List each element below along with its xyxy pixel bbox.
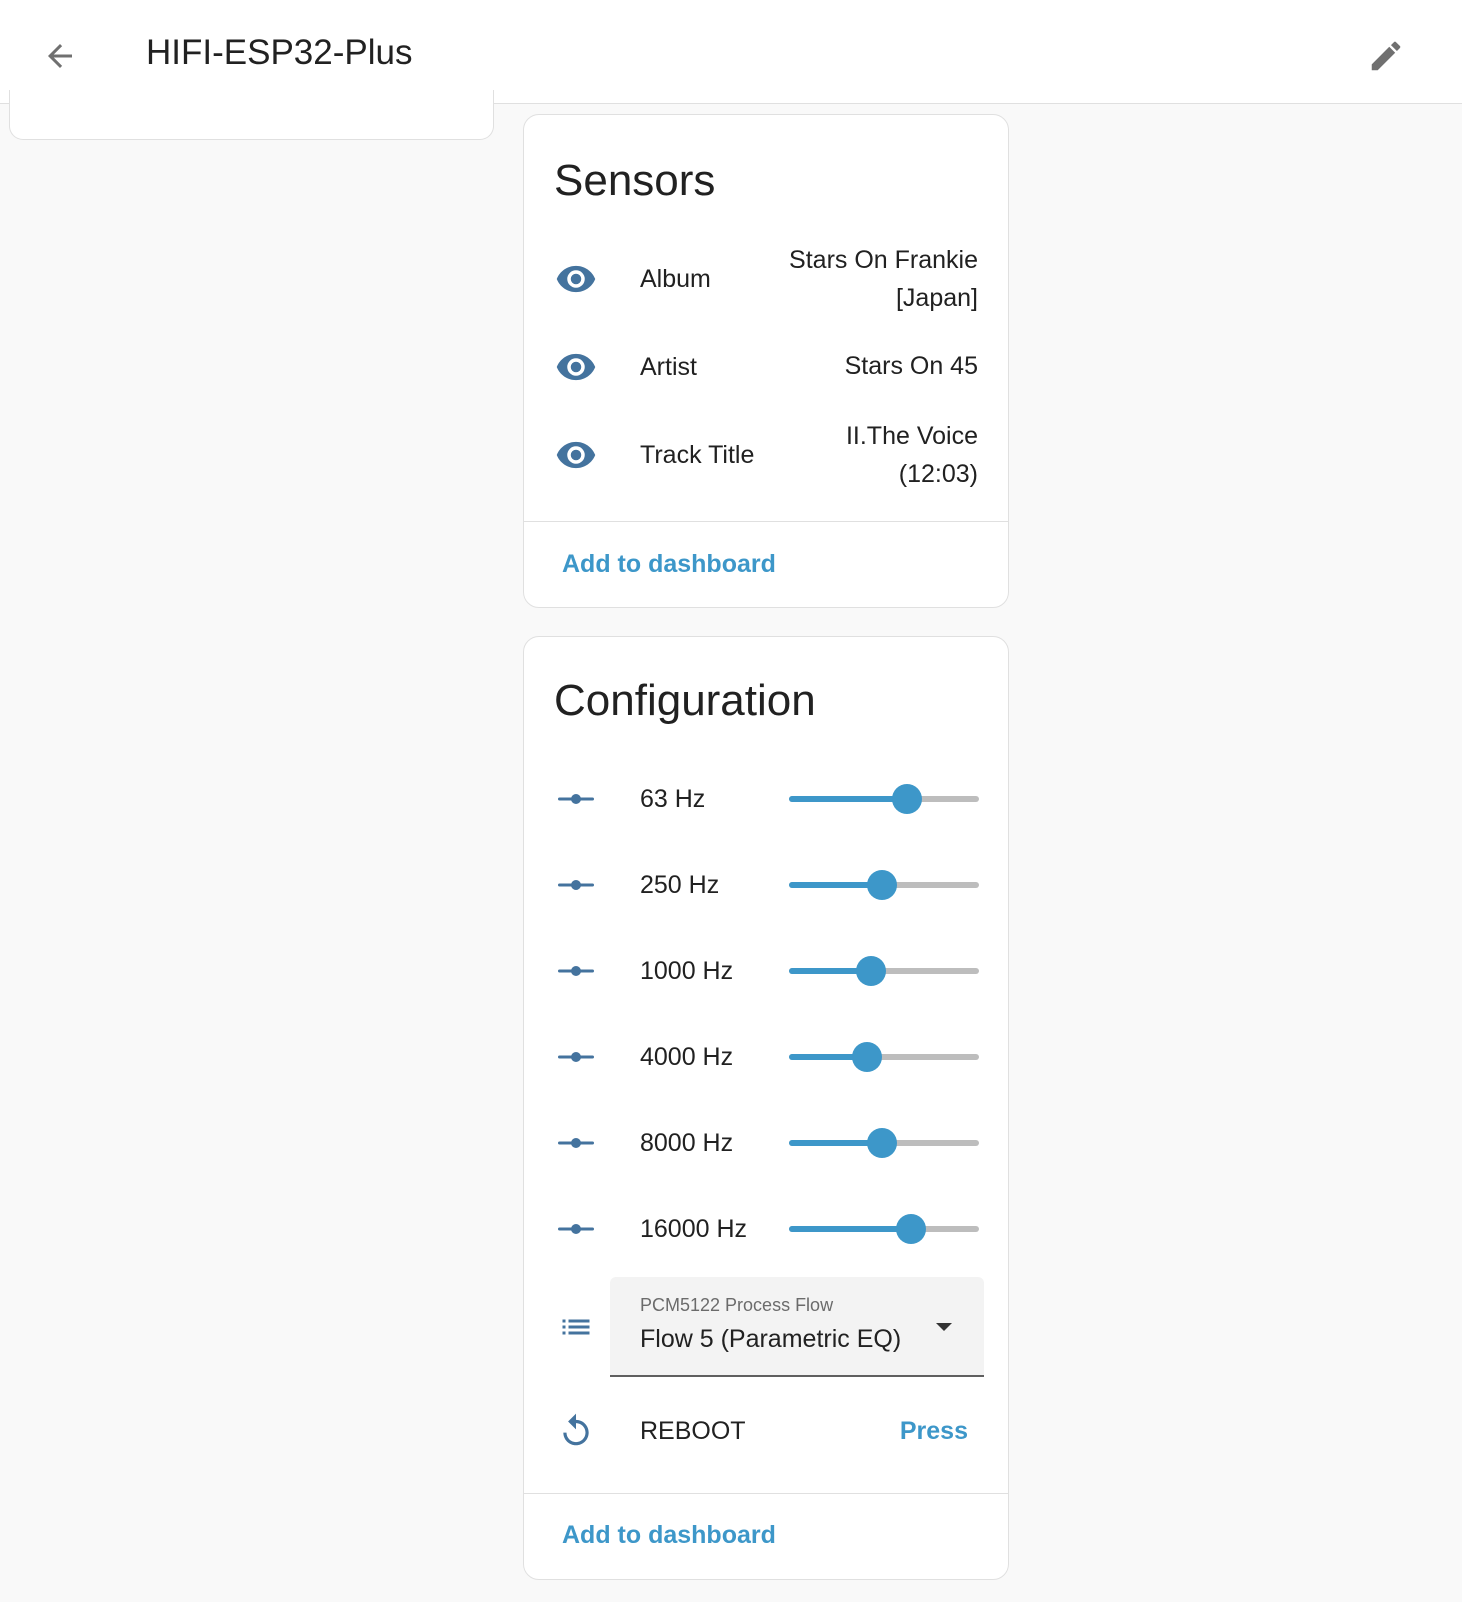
configuration-title: Configuration (554, 676, 816, 725)
reboot-press-button[interactable]: Press (900, 1415, 968, 1447)
sensors-title: Sensors (554, 156, 716, 205)
tune-slider-icon (552, 947, 600, 995)
list-icon (552, 1303, 600, 1351)
restart-icon (552, 1407, 600, 1455)
edit-button[interactable] (1358, 28, 1414, 84)
config-row-63hz: 63 Hz (524, 771, 1008, 827)
slider-label: 1000 Hz (640, 957, 734, 985)
sensor-value: Stars On Frankie [Japan] (748, 241, 978, 317)
slider-thumb[interactable] (867, 1128, 898, 1158)
back-button[interactable] (32, 28, 88, 84)
configuration-card: Configuration 63 Hz 250 Hz 1000 Hz 4000 … (523, 636, 1009, 1580)
chevron-down-icon (936, 1323, 952, 1331)
page-title: HIFI-ESP32-Plus (146, 33, 413, 72)
slider-thumb[interactable] (891, 784, 922, 814)
slider-thumb[interactable] (867, 870, 898, 900)
eq-slider-4000hz[interactable] (789, 1037, 979, 1077)
eye-icon (552, 431, 600, 479)
sensors-add-to-dashboard-button[interactable]: Add to dashboard (562, 548, 776, 580)
slider-label: 8000 Hz (640, 1129, 734, 1157)
tune-slider-icon (552, 775, 600, 823)
tune-slider-icon (552, 861, 600, 909)
sensor-label: Album (640, 265, 711, 293)
card-divider (524, 1493, 1008, 1494)
tune-slider-icon (552, 1119, 600, 1167)
slider-thumb[interactable] (851, 1042, 882, 1072)
slider-label: 250 Hz (640, 871, 720, 899)
eye-icon (552, 255, 600, 303)
process-flow-select[interactable]: PCM5122 Process Flow Flow 5 (Parametric … (610, 1277, 984, 1377)
sensor-label: Track Title (640, 441, 755, 469)
slider-label: 16000 Hz (640, 1215, 748, 1243)
eq-slider-16000hz[interactable] (789, 1209, 979, 1249)
sensor-value-line2: [Japan] (895, 284, 978, 312)
arrow-left-icon (48, 44, 72, 68)
sensor-row-track-title[interactable]: Track Title II.The Voice (12:03) (524, 415, 1008, 495)
config-row-1000hz: 1000 Hz (524, 943, 1008, 999)
select-value: Flow 5 (Parametric EQ) (640, 1325, 902, 1353)
slider-label: 63 Hz (640, 785, 706, 813)
slider-fill (789, 1226, 911, 1232)
config-row-process-flow: PCM5122 Process Flow Flow 5 (Parametric … (524, 1277, 1008, 1377)
tune-slider-icon (552, 1205, 600, 1253)
sensor-value-line2: (12:03) (898, 460, 978, 488)
eq-slider-8000hz[interactable] (789, 1123, 979, 1163)
sensor-row-artist[interactable]: Artist Stars On 45 (524, 337, 1008, 397)
reboot-label: REBOOT (640, 1417, 746, 1445)
slider-fill (789, 796, 907, 802)
config-row-16000hz: 16000 Hz (524, 1201, 1008, 1257)
config-row-reboot: REBOOT Press (524, 1401, 1008, 1461)
eq-slider-250hz[interactable] (789, 865, 979, 905)
tune-slider-icon (552, 1033, 600, 1081)
sensor-value: II.The Voice (12:03) (748, 417, 978, 493)
config-row-8000hz: 8000 Hz (524, 1115, 1008, 1171)
sensor-label: Artist (640, 353, 697, 381)
sensor-value-line1: II.The Voice (845, 422, 978, 450)
sensor-row-album[interactable]: Album Stars On Frankie [Japan] (524, 239, 1008, 319)
eq-slider-1000hz[interactable] (789, 951, 979, 991)
card-divider (524, 521, 1008, 522)
slider-thumb[interactable] (895, 1214, 926, 1244)
config-row-250hz: 250 Hz (524, 857, 1008, 913)
sensors-card: Sensors Album Stars On Frankie [Japan] A… (523, 114, 1009, 608)
slider-label: 4000 Hz (640, 1043, 734, 1071)
sensor-value-line1: Stars On Frankie (789, 246, 978, 274)
config-row-4000hz: 4000 Hz (524, 1029, 1008, 1085)
eq-slider-63hz[interactable] (789, 779, 979, 819)
configuration-add-to-dashboard-button[interactable]: Add to dashboard (562, 1519, 776, 1551)
slider-thumb[interactable] (855, 956, 886, 986)
pencil-icon (1371, 41, 1401, 71)
select-label: PCM5122 Process Flow (640, 1295, 834, 1315)
eye-icon (552, 343, 600, 391)
top-app-bar: HIFI-ESP32-Plus (0, 0, 1462, 104)
device-info-card (9, 90, 494, 140)
sensor-value: Stars On 45 (844, 352, 978, 380)
